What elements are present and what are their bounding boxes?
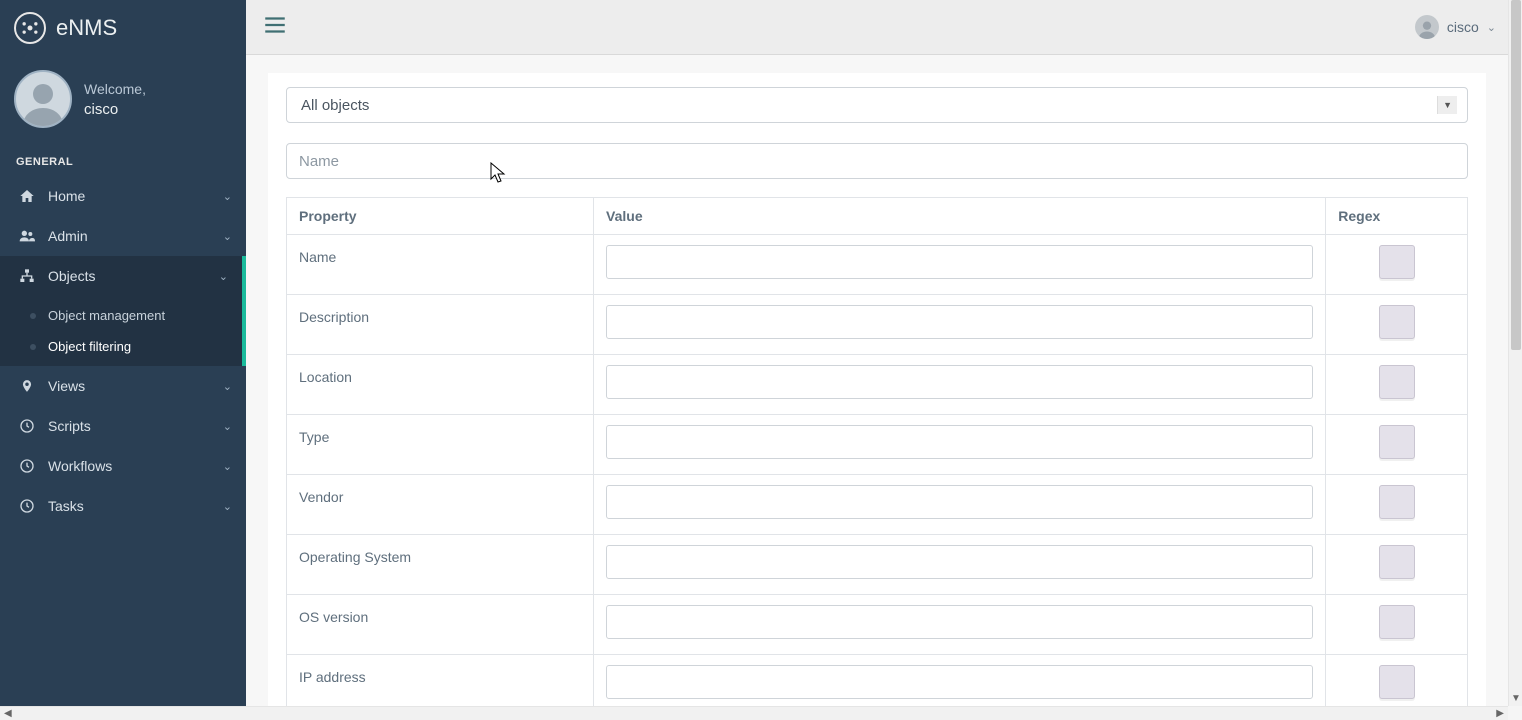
horizontal-scrollbar[interactable]: ◀ ▶ bbox=[0, 706, 1508, 720]
chevron-down-icon: ⌄ bbox=[219, 270, 228, 283]
table-row: Operating System bbox=[287, 535, 1468, 595]
sidebar-item-tasks[interactable]: Tasks ⌄ bbox=[0, 486, 246, 526]
sidebar-item-label: Scripts bbox=[48, 418, 91, 434]
menu-toggle-button[interactable] bbox=[262, 12, 288, 43]
scroll-down-icon[interactable]: ▼ bbox=[1511, 693, 1521, 704]
sidebar-item-scripts[interactable]: Scripts ⌄ bbox=[0, 406, 246, 446]
clock-icon bbox=[16, 458, 38, 474]
scope-select[interactable]: All objects bbox=[286, 87, 1468, 123]
sidebar-item-workflows[interactable]: Workflows ⌄ bbox=[0, 446, 246, 486]
brand-text: eNMS bbox=[56, 15, 117, 41]
sidebar-item-label: Admin bbox=[48, 228, 88, 244]
property-label: Type bbox=[299, 425, 329, 445]
scroll-right-icon[interactable]: ▶ bbox=[1496, 708, 1504, 719]
sidebar-sub-label: Object filtering bbox=[48, 339, 131, 354]
filter-name-input[interactable] bbox=[286, 143, 1468, 179]
regex-toggle[interactable] bbox=[1379, 605, 1415, 639]
vertical-scrollbar[interactable]: ▼ bbox=[1508, 0, 1522, 706]
col-header-regex: Regex bbox=[1326, 198, 1468, 235]
brand-logo-icon bbox=[14, 12, 46, 44]
main-content: All objects Property Value Regex Name Des… bbox=[246, 55, 1508, 706]
value-input[interactable] bbox=[606, 365, 1313, 399]
topbar: cisco ⌄ bbox=[246, 0, 1508, 55]
chevron-down-icon: ⌄ bbox=[223, 380, 232, 393]
filter-panel: All objects Property Value Regex Name Des… bbox=[268, 73, 1486, 706]
value-input[interactable] bbox=[606, 425, 1313, 459]
sidebar-item-label: Tasks bbox=[48, 498, 84, 514]
regex-toggle[interactable] bbox=[1379, 425, 1415, 459]
table-row: Location bbox=[287, 355, 1468, 415]
sidebar-item-label: Workflows bbox=[48, 458, 112, 474]
table-row: Description bbox=[287, 295, 1468, 355]
sidebar-item-home[interactable]: Home ⌄ bbox=[0, 176, 246, 216]
property-label: IP address bbox=[299, 665, 366, 685]
welcome-user: cisco bbox=[84, 101, 146, 118]
value-input[interactable] bbox=[606, 665, 1313, 699]
welcome-label: Welcome, bbox=[84, 81, 146, 97]
clock-icon bbox=[16, 418, 38, 434]
property-label: Name bbox=[299, 245, 336, 265]
users-icon bbox=[16, 228, 38, 244]
clock-icon bbox=[16, 498, 38, 514]
profile-block: Welcome, cisco bbox=[0, 60, 246, 146]
regex-toggle[interactable] bbox=[1379, 485, 1415, 519]
value-input[interactable] bbox=[606, 305, 1313, 339]
sidebar-sub-label: Object management bbox=[48, 308, 165, 323]
property-label: Description bbox=[299, 305, 369, 325]
col-header-value: Value bbox=[594, 198, 1326, 235]
scrollbar-thumb[interactable] bbox=[1511, 0, 1521, 350]
sidebar-item-label: Views bbox=[48, 378, 85, 394]
regex-toggle[interactable] bbox=[1379, 305, 1415, 339]
sidebar-item-label: Home bbox=[48, 188, 85, 204]
value-input[interactable] bbox=[606, 245, 1313, 279]
regex-toggle[interactable] bbox=[1379, 665, 1415, 699]
sidebar-item-objects[interactable]: Objects ⌄ bbox=[0, 256, 246, 296]
property-label: Operating System bbox=[299, 545, 411, 565]
chevron-down-icon: ⌄ bbox=[223, 460, 232, 473]
user-menu[interactable]: cisco ⌄ bbox=[1415, 15, 1496, 39]
sidebar-sub-object-filtering[interactable]: Object filtering bbox=[0, 331, 242, 362]
col-header-property: Property bbox=[287, 198, 594, 235]
sitemap-icon bbox=[16, 268, 38, 284]
value-input[interactable] bbox=[606, 485, 1313, 519]
sidebar: eNMS Welcome, cisco GENERAL Home ⌄ Admin… bbox=[0, 0, 246, 720]
regex-toggle[interactable] bbox=[1379, 245, 1415, 279]
sidebar-sub-objects: Object management Object filtering bbox=[0, 296, 246, 366]
user-menu-name: cisco bbox=[1447, 19, 1479, 35]
properties-table: Property Value Regex Name Description Loca… bbox=[286, 197, 1468, 706]
property-label: OS version bbox=[299, 605, 368, 625]
scope-selected-value: All objects bbox=[301, 97, 369, 114]
sidebar-section-general: GENERAL bbox=[0, 146, 246, 176]
regex-toggle[interactable] bbox=[1379, 545, 1415, 579]
sidebar-item-views[interactable]: Views ⌄ bbox=[0, 366, 246, 406]
property-label: Location bbox=[299, 365, 352, 385]
scroll-left-icon[interactable]: ◀ bbox=[4, 708, 12, 719]
avatar-small-icon bbox=[1415, 15, 1439, 39]
chevron-down-icon: ⌄ bbox=[223, 190, 232, 203]
table-row: Type bbox=[287, 415, 1468, 475]
value-input[interactable] bbox=[606, 545, 1313, 579]
chevron-down-icon: ⌄ bbox=[223, 230, 232, 243]
value-input[interactable] bbox=[606, 605, 1313, 639]
sidebar-sub-object-management[interactable]: Object management bbox=[0, 300, 242, 331]
brand[interactable]: eNMS bbox=[0, 0, 246, 60]
chevron-down-icon: ⌄ bbox=[223, 420, 232, 433]
sidebar-item-admin[interactable]: Admin ⌄ bbox=[0, 216, 246, 256]
regex-toggle[interactable] bbox=[1379, 365, 1415, 399]
property-label: Vendor bbox=[299, 485, 343, 505]
avatar[interactable] bbox=[14, 70, 72, 128]
chevron-down-icon: ⌄ bbox=[1487, 21, 1496, 34]
table-row: IP address bbox=[287, 655, 1468, 707]
table-row: Name bbox=[287, 235, 1468, 295]
table-row: OS version bbox=[287, 595, 1468, 655]
home-icon bbox=[16, 188, 38, 204]
sidebar-item-label: Objects bbox=[48, 268, 95, 284]
map-pin-icon bbox=[16, 378, 38, 394]
chevron-down-icon: ⌄ bbox=[223, 500, 232, 513]
table-row: Vendor bbox=[287, 475, 1468, 535]
